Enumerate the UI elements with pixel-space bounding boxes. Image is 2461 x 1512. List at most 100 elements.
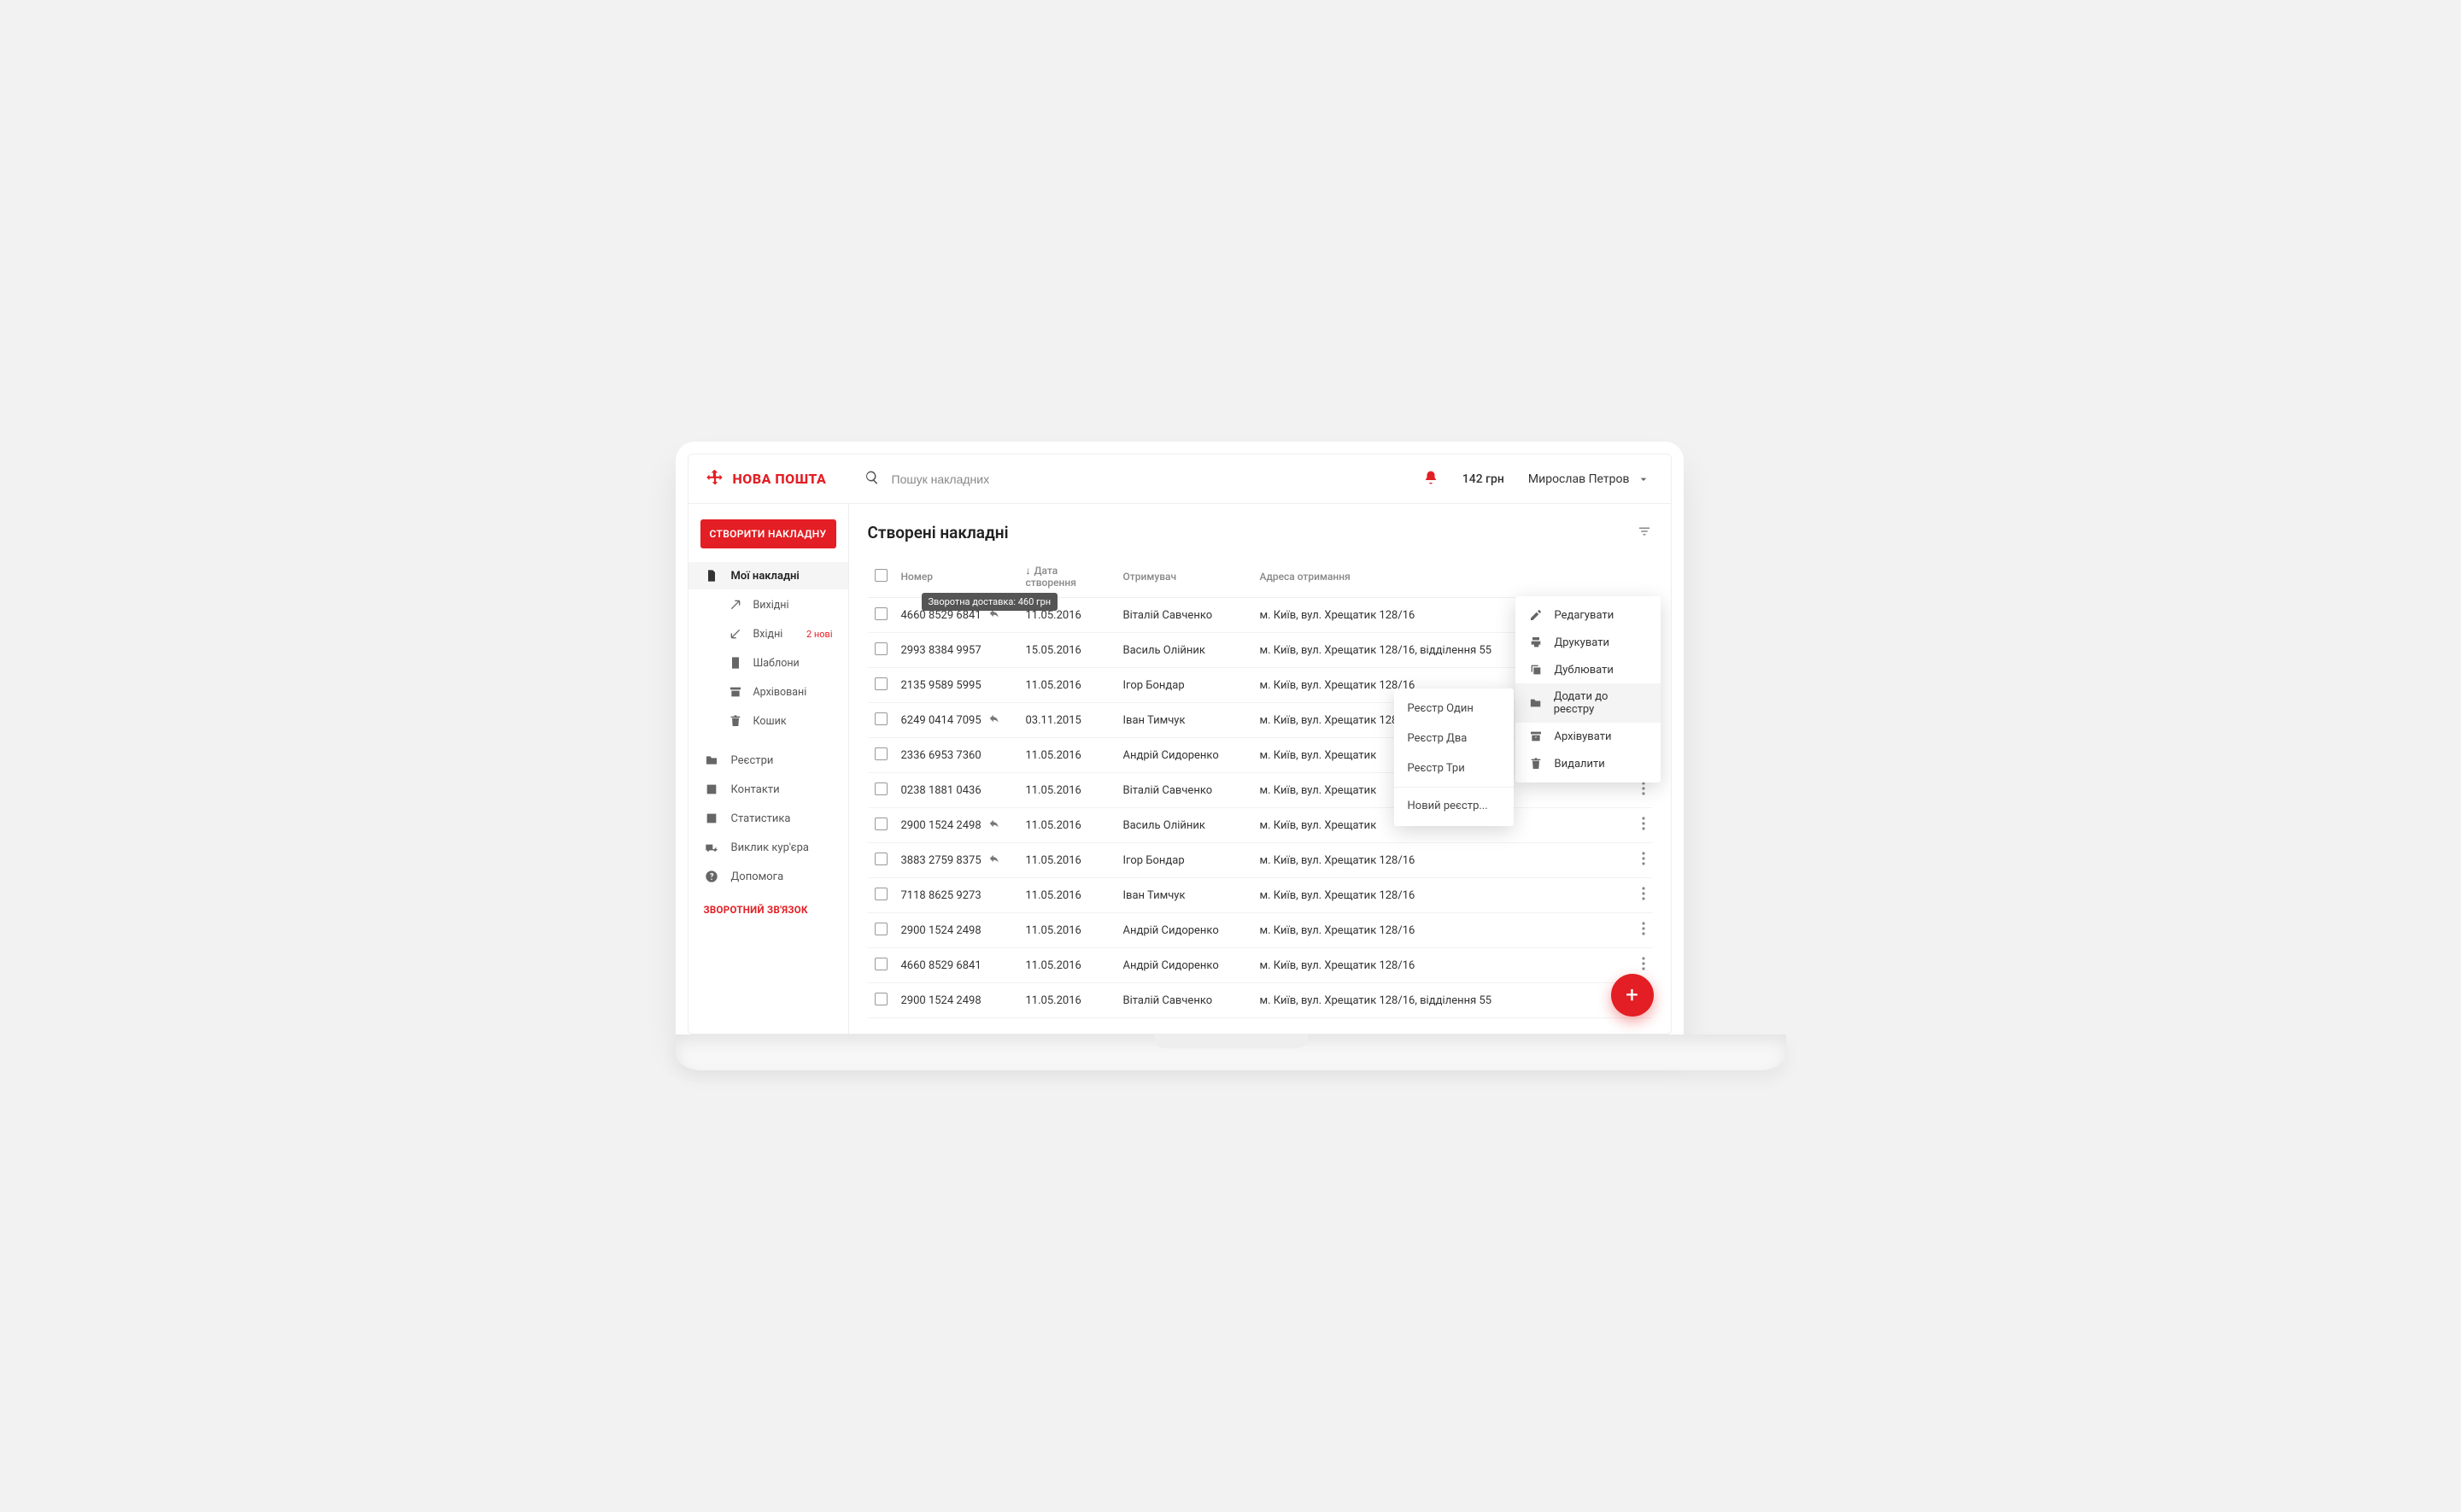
invoice-recipient: Віталій Савченко (1116, 598, 1253, 633)
table-row[interactable]: 2900 1524 249811.05.2016Василь Олійникм.… (868, 808, 1652, 843)
col-recipient[interactable]: Отримувач (1116, 556, 1253, 598)
row-checkbox[interactable] (875, 923, 888, 935)
invoice-recipient: Андрій Сидоренко (1116, 738, 1253, 773)
create-button[interactable]: СТВОРИТИ НАКЛАДНУ (700, 519, 836, 548)
sidebar-item-templates[interactable]: Шаблони (688, 649, 848, 677)
tooltip-return-delivery: Зворотна доставка: 460 грн (922, 593, 1058, 611)
invoice-number: 3883 2759 8375 (901, 854, 981, 867)
row-checkbox[interactable] (875, 888, 888, 900)
app-viewport: НОВА ПОШТА 142 грн Мирослав Петров СТВОР… (688, 454, 1672, 1034)
sidebar-item-contacts[interactable]: Контакти (688, 776, 848, 803)
brand-text: НОВА ПОШТА (733, 471, 827, 487)
row-checkbox[interactable] (875, 712, 888, 725)
submenu-registry-3[interactable]: Реєстр Три (1394, 753, 1514, 783)
truck-icon (704, 841, 719, 854)
sidebar-item-registries[interactable]: Реєстри (688, 747, 848, 774)
sidebar-item-help[interactable]: Допомога (688, 863, 848, 890)
row-checkbox[interactable] (875, 853, 888, 865)
invoice-number: 2135 9589 5995 (901, 679, 981, 692)
invoice-date: 11.05.2016 (1022, 913, 1116, 948)
edit-icon (1529, 608, 1543, 622)
invoice-date: 11.05.2016 (1022, 738, 1116, 773)
table-row[interactable]: 2900 1524 249811.05.2016Віталій Савченко… (868, 983, 1652, 1018)
folder-add-icon (1529, 696, 1542, 710)
submenu-registry-1[interactable]: Реєстр Один (1394, 694, 1514, 724)
ctx-print[interactable]: Друкувати (1515, 629, 1661, 656)
ctx-duplicate[interactable]: Дублювати (1515, 656, 1661, 683)
user-menu[interactable]: Мирослав Петров (1528, 472, 1650, 486)
search-box[interactable] (864, 464, 1392, 495)
notifications-icon[interactable] (1423, 470, 1439, 489)
sidebar-item-outgoing[interactable]: Вихідні (688, 591, 848, 618)
invoice-address: м. Київ, вул. Хрещатик 128/16 (1253, 913, 1626, 948)
invoice-address: м. Київ, вул. Хрещатик 128/16 (1253, 948, 1626, 983)
row-actions-button[interactable] (1642, 922, 1645, 935)
row-checkbox[interactable] (875, 818, 888, 830)
user-name: Мирослав Петров (1528, 472, 1630, 486)
sidebar-item-my-docs[interactable]: Мої накладні (688, 562, 848, 589)
row-actions-button[interactable] (1642, 957, 1645, 970)
fab-add[interactable]: + (1611, 974, 1654, 1017)
filter-icon (1637, 524, 1652, 539)
row-actions-button[interactable] (1642, 817, 1645, 830)
arrow-out-icon (728, 598, 743, 612)
feedback-link[interactable]: ЗВОРОТНИЙ ЗВ'ЯЗОК (688, 892, 848, 928)
plus-icon: + (1626, 982, 1638, 1008)
sidebar-item-label: Архівовані (753, 686, 807, 699)
row-checkbox[interactable] (875, 677, 888, 690)
sidebar-item-stats[interactable]: Статистика (688, 805, 848, 832)
col-date[interactable]: ↓Дата створення (1022, 556, 1116, 598)
ctx-delete[interactable]: Видалити (1515, 750, 1661, 777)
row-checkbox[interactable] (875, 607, 888, 620)
row-checkbox[interactable] (875, 958, 888, 970)
row-actions-button[interactable] (1642, 852, 1645, 865)
chevron-down-icon (1637, 472, 1650, 486)
help-icon (704, 870, 719, 883)
sidebar-item-archived[interactable]: Архівовані (688, 678, 848, 706)
sidebar-item-label: Виклик кур'єра (731, 841, 809, 854)
row-actions-button[interactable] (1642, 782, 1645, 795)
topbar: НОВА ПОШТА 142 грн Мирослав Петров (688, 454, 1671, 504)
invoice-date: 11.05.2016 (1022, 983, 1116, 1018)
row-checkbox[interactable] (875, 642, 888, 655)
filter-button[interactable] (1637, 524, 1652, 542)
table-row[interactable]: 3883 2759 837511.05.2016Ігор Бондарм. Ки… (868, 843, 1652, 878)
row-checkbox[interactable] (875, 782, 888, 795)
ctx-archive[interactable]: Архівувати (1515, 723, 1661, 750)
registry-submenu: Реєстр Один Реєстр Два Реєстр Три Новий … (1394, 689, 1514, 826)
invoice-recipient: Ігор Бондар (1116, 843, 1253, 878)
ctx-edit[interactable]: Редагувати (1515, 601, 1661, 629)
search-input[interactable] (892, 472, 1392, 486)
submenu-registry-2[interactable]: Реєстр Два (1394, 724, 1514, 753)
invoice-number: 2336 6953 7360 (901, 749, 981, 762)
invoice-recipient: Віталій Савченко (1116, 773, 1253, 808)
submenu-new-registry[interactable]: Новий реєстр... (1394, 791, 1514, 821)
brand-logo[interactable]: НОВА ПОШТА (704, 468, 841, 490)
table-row[interactable]: 7118 8625 927311.05.2016Іван Тимчукм. Ки… (868, 878, 1652, 913)
sidebar-item-incoming[interactable]: Вхідні 2 нові (688, 620, 848, 648)
invoice-date: 11.05.2016 (1022, 808, 1116, 843)
col-number[interactable]: Номер (894, 556, 1022, 598)
invoice-address: м. Київ, вул. Хрещатик 128/16, відділенн… (1253, 983, 1626, 1018)
sidebar-item-trash[interactable]: Кошик (688, 707, 848, 735)
select-all-checkbox[interactable] (875, 569, 888, 582)
row-checkbox[interactable] (875, 993, 888, 1005)
table-row[interactable]: 2900 1524 249811.05.2016Андрій Сидоренко… (868, 913, 1652, 948)
balance[interactable]: 142 грн (1462, 472, 1504, 486)
sidebar: СТВОРИТИ НАКЛАДНУ Мої накладні Вихідні В… (688, 504, 849, 1034)
reply-icon (988, 818, 1000, 833)
ctx-add-to-registry[interactable]: Додати до реєстру (1515, 683, 1661, 723)
table-row[interactable]: 4660 8529 684111.05.2016Андрій Сидоренко… (868, 948, 1652, 983)
row-actions-button[interactable] (1642, 887, 1645, 900)
col-address[interactable]: Адреса отримання (1253, 556, 1626, 598)
sort-desc-icon: ↓ (1026, 565, 1031, 577)
trash-icon (1529, 757, 1543, 771)
row-context-menu: Редагувати Друкувати Дублювати Додати до… (1515, 596, 1661, 782)
sidebar-item-label: Вихідні (753, 599, 789, 612)
invoice-date: 11.05.2016 (1022, 773, 1116, 808)
sidebar-item-label: Шаблони (753, 657, 800, 670)
arrow-in-icon (728, 627, 743, 641)
row-checkbox[interactable] (875, 747, 888, 760)
copy-icon (1529, 663, 1543, 677)
sidebar-item-courier[interactable]: Виклик кур'єра (688, 834, 848, 861)
